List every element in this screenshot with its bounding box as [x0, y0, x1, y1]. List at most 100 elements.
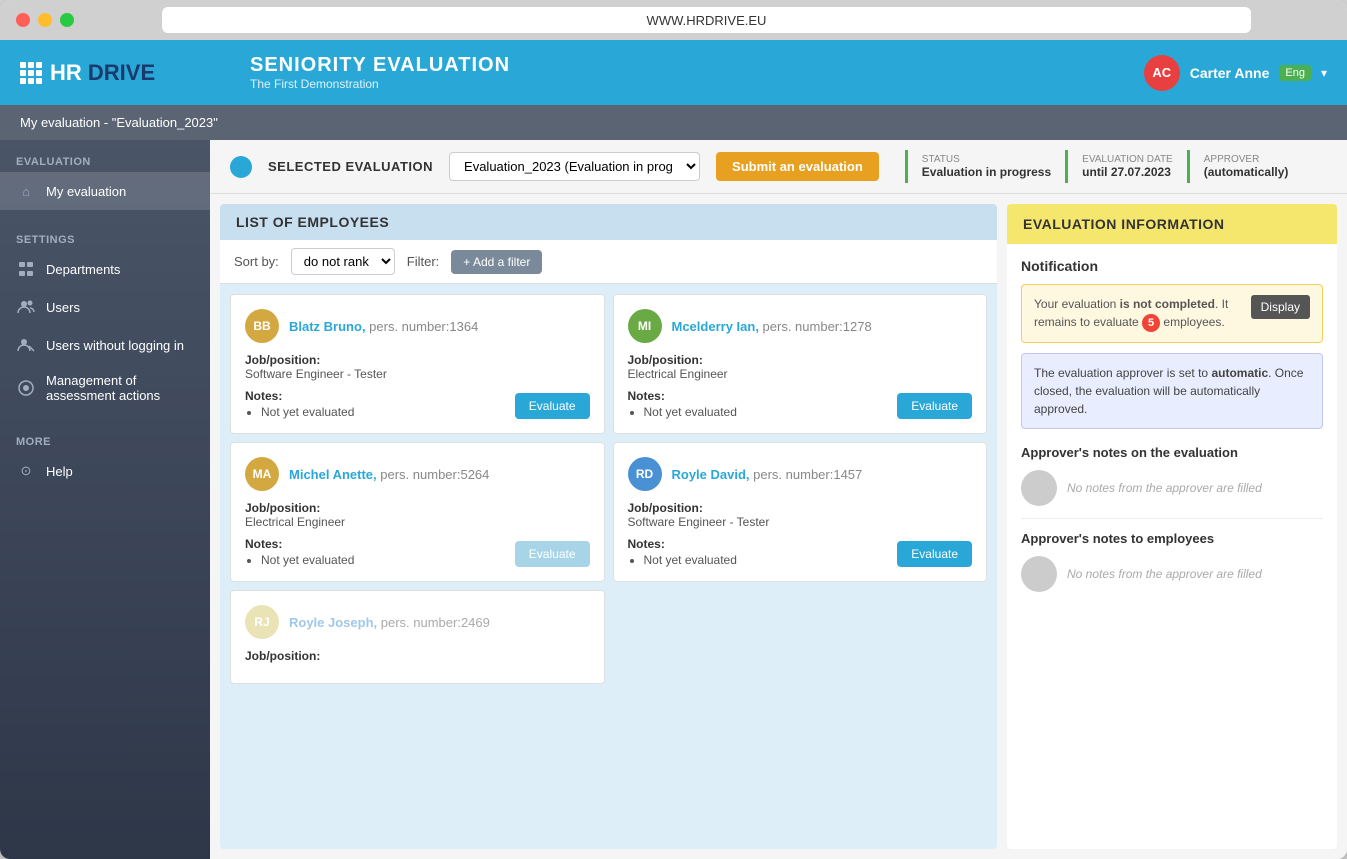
- sort-select[interactable]: do not rank: [291, 248, 395, 275]
- sidebar-item-departments[interactable]: Departments: [0, 250, 210, 288]
- notes-list: Not yet evaluated: [628, 405, 737, 419]
- eval-date-value: until 27.07.2023: [1082, 165, 1173, 179]
- approver-notes-employees-section: Approver's notes to employees No notes f…: [1021, 531, 1323, 592]
- notes-list: Not yet evaluated: [628, 553, 737, 567]
- emp-name[interactable]: Michel Anette, pers. number:5264: [289, 467, 489, 482]
- emp-job-field: Job/position:: [245, 649, 590, 663]
- emp-body: Job/position: Electrical Engineer Notes:…: [628, 353, 973, 419]
- users-icon: [16, 297, 36, 317]
- emp-job-value: Electrical Engineer: [245, 515, 590, 529]
- lang-badge[interactable]: Eng: [1279, 65, 1311, 81]
- emp-header: MA Michel Anette, pers. number:5264: [245, 457, 590, 491]
- approver-note-employees-row: No notes from the approver are filled: [1021, 556, 1323, 592]
- submit-evaluation-button[interactable]: Submit an evaluation: [716, 152, 879, 181]
- add-filter-button[interactable]: + Add a filter: [451, 250, 542, 274]
- list-item: Not yet evaluated: [644, 405, 737, 419]
- sidebar-item-label: Users without logging in: [46, 338, 184, 353]
- emp-name[interactable]: Royle Joseph, pers. number:2469: [289, 615, 490, 630]
- auto-bold: automatic: [1211, 366, 1268, 380]
- emp-header: RJ Royle Joseph, pers. number:2469: [245, 605, 590, 639]
- notes-list: Not yet evaluated: [245, 405, 354, 419]
- url-bar[interactable]: WWW.HRDRIVE.EU: [162, 7, 1251, 33]
- emp-avatar: MI: [628, 309, 662, 343]
- emp-avatar: MA: [245, 457, 279, 491]
- auto-approval-box: The evaluation approver is set to automa…: [1021, 353, 1323, 429]
- emp-notes-text: Notes: Not yet evaluated: [245, 389, 354, 419]
- employees-toolbar: Sort by: do not rank Filter: + Add a fil…: [220, 240, 997, 284]
- approver-note-row: No notes from the approver are filled: [1021, 470, 1323, 506]
- notes-list: Not yet evaluated: [245, 553, 354, 567]
- display-button[interactable]: Display: [1251, 295, 1310, 319]
- notification-box: Your evaluation is not completed. It rem…: [1021, 284, 1323, 343]
- chevron-down-icon[interactable]: ▾: [1321, 66, 1327, 80]
- table-row: BB Blatz Bruno, pers. number:1364 Job/po…: [230, 294, 605, 434]
- list-item: Not yet evaluated: [644, 553, 737, 567]
- sidebar-item-users[interactable]: Users: [0, 288, 210, 326]
- emp-notes-text: Notes: Not yet evaluated: [628, 537, 737, 567]
- auto-text-1: The evaluation approver is set to: [1034, 366, 1211, 380]
- emp-body: Job/position: Software Engineer - Tester…: [245, 353, 590, 419]
- minimize-btn[interactable]: [38, 13, 52, 27]
- sidebar-item-users-no-login[interactable]: Users without logging in: [0, 326, 210, 364]
- employees-list-wrap: BB Blatz Bruno, pers. number:1364 Job/po…: [220, 284, 997, 849]
- home-icon: ⌂: [16, 181, 36, 201]
- approver-notes-section: Approver's notes on the evaluation No no…: [1021, 445, 1323, 506]
- emp-avatar: RD: [628, 457, 662, 491]
- user-avatar: AC: [1144, 55, 1180, 91]
- emp-header: MI Mcelderry Ian, pers. number:1278: [628, 309, 973, 343]
- evaluate-button[interactable]: Evaluate: [897, 393, 972, 419]
- notif-text-3: employees.: [1160, 315, 1225, 329]
- sidebar: EVALUATION ⌂ My evaluation SETTINGS: [0, 140, 210, 859]
- logo-area: HR DRIVE: [20, 60, 230, 86]
- help-icon: ⊙: [16, 461, 36, 481]
- notif-bold: is not completed: [1120, 297, 1215, 311]
- emp-notes-row: Notes: Not yet evaluated Evaluate: [245, 537, 590, 567]
- departments-icon: [16, 259, 36, 279]
- emp-avatar: BB: [245, 309, 279, 343]
- sidebar-section-settings: SETTINGS Departments: [0, 218, 210, 420]
- list-item: Not yet evaluated: [261, 553, 354, 567]
- info-panel-title: EVALUATION INFORMATION: [1007, 204, 1337, 244]
- main-layout: EVALUATION ⌂ My evaluation SETTINGS: [0, 140, 1347, 859]
- sidebar-item-help[interactable]: ⊙ Help: [0, 452, 210, 490]
- sort-by-label: Sort by:: [234, 254, 279, 269]
- users-no-login-icon: [16, 335, 36, 355]
- evaluate-button[interactable]: Evaluate: [515, 393, 590, 419]
- table-row: RD Royle David, pers. number:1457 Job/po…: [613, 442, 988, 582]
- evaluation-select[interactable]: Evaluation_2023 (Evaluation in prog: [449, 152, 700, 181]
- sidebar-item-label: Help: [46, 464, 73, 479]
- app: HR DRIVE SENIORITY EVALUATION The First …: [0, 40, 1347, 859]
- management-icon: [16, 378, 36, 398]
- emp-notes-row: Notes: Not yet evaluated Evaluate: [245, 389, 590, 419]
- close-btn[interactable]: [16, 13, 30, 27]
- info-panel: EVALUATION INFORMATION Notification Your…: [1007, 204, 1337, 849]
- emp-header: BB Blatz Bruno, pers. number:1364: [245, 309, 590, 343]
- filter-label: Filter:: [407, 254, 440, 269]
- approver-note-employees-text: No notes from the approver are filled: [1067, 567, 1262, 581]
- emp-notes-text: Notes: Not yet evaluated: [245, 537, 354, 567]
- sidebar-item-management[interactable]: Management of assessment actions: [0, 364, 210, 412]
- evaluate-button[interactable]: Evaluate: [897, 541, 972, 567]
- emp-job-label: Job/position:: [245, 353, 320, 367]
- sidebar-item-label: Users: [46, 300, 80, 315]
- emp-job-field: Job/position: Software Engineer - Tester: [245, 353, 590, 381]
- emp-name[interactable]: Mcelderry Ian, pers. number:1278: [672, 319, 872, 334]
- sidebar-item-label: Management of assessment actions: [46, 373, 194, 403]
- status-label: STATUS: [922, 154, 1051, 165]
- header-title-area: SENIORITY EVALUATION The First Demonstra…: [230, 54, 1144, 91]
- sidebar-section-more: MORE ⊙ Help: [0, 420, 210, 498]
- notif-text-1: Your evaluation: [1034, 297, 1120, 311]
- maximize-btn[interactable]: [60, 13, 74, 27]
- emp-name[interactable]: Royle David, pers. number:1457: [672, 467, 863, 482]
- main-content-area: SELECTED EVALUATION Evaluation_2023 (Eva…: [210, 140, 1347, 859]
- emp-notes-text: Notes: Not yet evaluated: [628, 389, 737, 419]
- emp-job-label: Job/position:: [245, 501, 320, 515]
- sidebar-item-my-evaluation[interactable]: ⌂ My evaluation: [0, 172, 210, 210]
- eval-date-block: EVALUATION DATE until 27.07.2023: [1065, 150, 1187, 183]
- approver-block: APPROVER (automatically): [1187, 150, 1303, 183]
- sidebar-item-label: Departments: [46, 262, 120, 277]
- emp-name[interactable]: Blatz Bruno, pers. number:1364: [289, 319, 478, 334]
- eval-bar-label: SELECTED EVALUATION: [268, 159, 433, 174]
- approver-employees-avatar: [1021, 556, 1057, 592]
- table-row: MA Michel Anette, pers. number:5264 Job/…: [230, 442, 605, 582]
